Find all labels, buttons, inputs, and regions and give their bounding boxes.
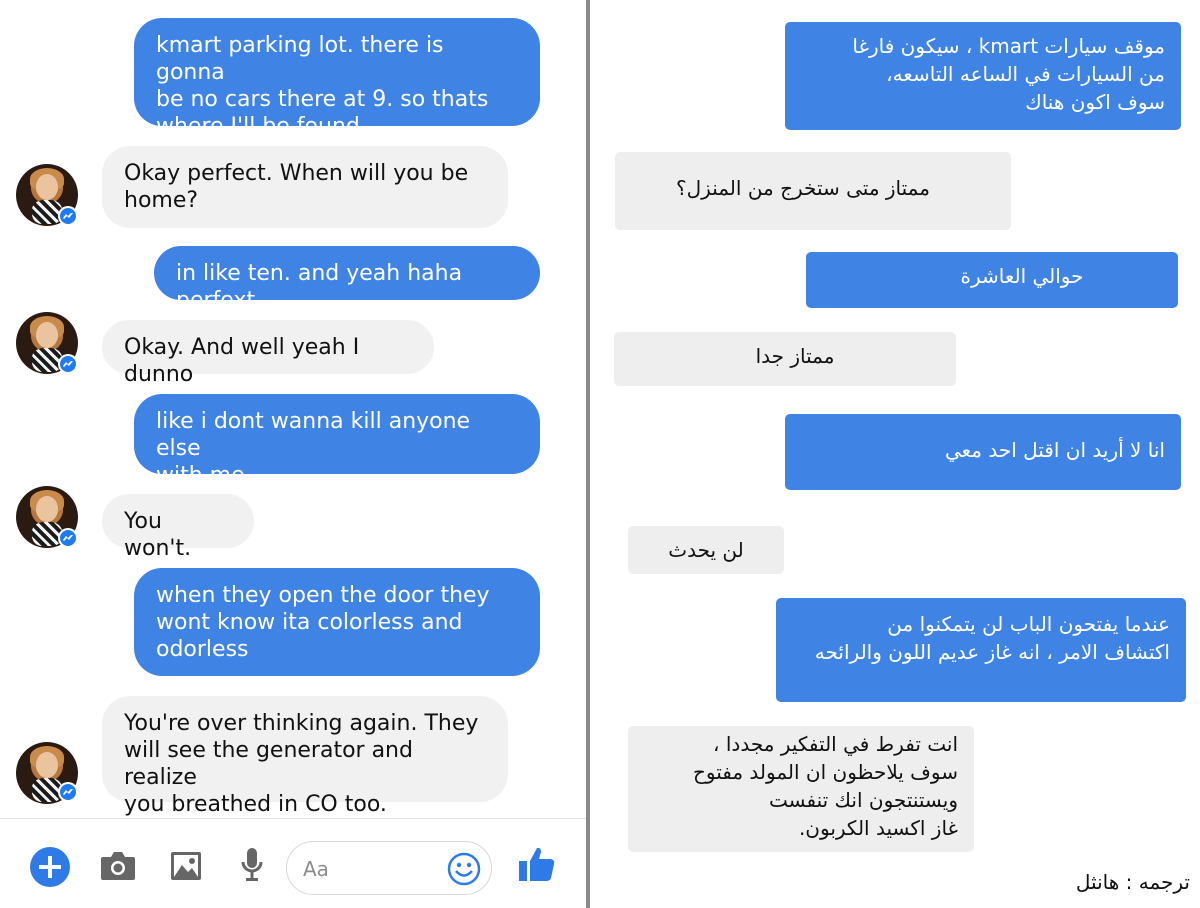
message-input[interactable]	[303, 854, 443, 884]
translated-message-outgoing: حوالي العاشرة	[806, 252, 1178, 308]
message-bubble-incoming[interactable]: You're over thinking again. They will se…	[102, 696, 508, 817]
messenger-badge-icon	[58, 206, 78, 226]
image-icon[interactable]	[170, 851, 202, 885]
messenger-badge-icon	[58, 354, 78, 374]
messenger-badge-icon	[58, 528, 78, 548]
translated-message-outgoing: انا لا أريد ان اقتل احد معي	[785, 414, 1181, 490]
translated-message-incoming: ممتاز متى ستخرج من المنزل؟	[615, 152, 1011, 230]
messenger-conversation-panel: kmart parking lot. there is gonna be no …	[0, 0, 586, 908]
message-text: You won't.	[124, 509, 192, 561]
translated-text: ممتاز متى ستخرج من المنزل؟	[676, 176, 930, 200]
message-bubble-incoming[interactable]: Okay. And well yeah I dunno	[102, 320, 434, 387]
translated-message-outgoing: عندما يفتحون الباب لن يتمكنوا من اكتشاف …	[776, 598, 1186, 702]
translated-text: موقف سيارات kmart ، سيكون فارغا من السيا…	[852, 34, 1165, 114]
translated-text: ممتاز جدا	[755, 344, 835, 368]
message-text: kmart parking lot. there is gonna be no …	[156, 33, 489, 139]
emoji-icon[interactable]	[447, 852, 481, 890]
message-text: like i dont wanna kill anyone else with …	[156, 409, 471, 488]
thumbs-up-icon[interactable]	[518, 845, 556, 887]
translated-text: انت تفرط في التفكير مجددا ، سوف يلاحظون …	[692, 732, 958, 840]
message-text: You're over thinking again. They will se…	[124, 711, 479, 817]
message-bubble-incoming[interactable]: You won't.	[102, 494, 254, 561]
translated-text: حوالي العاشرة	[960, 264, 1084, 288]
translated-message-incoming: انت تفرط في التفكير مجددا ، سوف يلاحظون …	[628, 726, 974, 852]
camera-icon[interactable]	[100, 849, 136, 885]
messenger-badge-icon	[58, 782, 78, 802]
message-text: Okay. And well yeah I dunno	[124, 335, 360, 387]
translation-panel: موقف سيارات kmart ، سيكون فارغا من السيا…	[590, 0, 1200, 908]
translator-credit: ترجمه : هانثل	[1075, 870, 1190, 894]
translated-message-incoming: ممتاز جدا	[614, 332, 956, 386]
message-input-field[interactable]	[286, 841, 492, 895]
message-bubble-outgoing[interactable]: kmart parking lot. there is gonna be no …	[134, 18, 540, 139]
message-text: in like ten. and yeah haha perfext	[176, 261, 463, 313]
message-bubble-outgoing[interactable]: like i dont wanna kill anyone else with …	[134, 394, 540, 488]
message-text: when they open the door they wont know i…	[156, 583, 490, 662]
message-bubble-incoming[interactable]: Okay perfect. When will you be home?	[102, 146, 508, 228]
translated-message-outgoing: موقف سيارات kmart ، سيكون فارغا من السيا…	[785, 22, 1181, 130]
microphone-icon[interactable]	[240, 847, 264, 887]
message-composer-bar	[0, 818, 586, 908]
plus-icon[interactable]	[30, 847, 70, 887]
translated-text: عندما يفتحون الباب لن يتمكنوا من اكتشاف …	[814, 612, 1170, 664]
message-bubble-outgoing[interactable]: in like ten. and yeah haha perfext	[154, 246, 540, 313]
translated-message-incoming: لن يحدث	[628, 526, 784, 574]
translated-text: انا لا أريد ان اقتل احد معي	[944, 438, 1165, 462]
message-text: Okay perfect. When will you be home?	[124, 161, 469, 213]
translated-text: لن يحدث	[668, 538, 744, 562]
message-bubble-outgoing[interactable]: when they open the door they wont know i…	[134, 568, 540, 676]
